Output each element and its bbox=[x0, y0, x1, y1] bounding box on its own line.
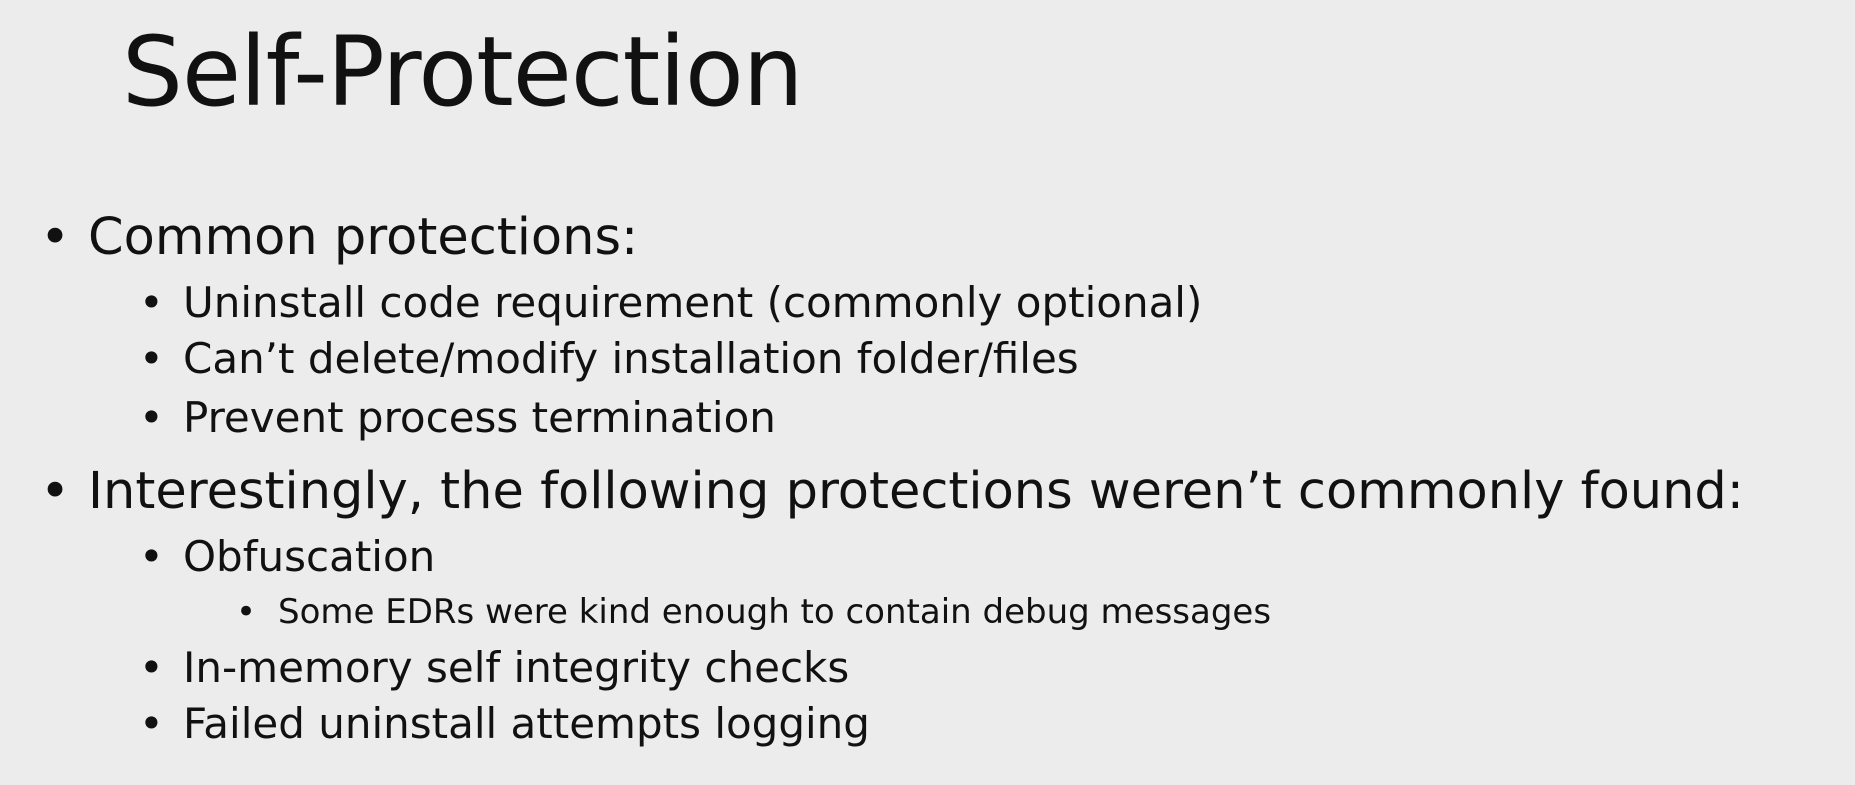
bullet-uninstall-code: • Uninstall code requirement (commonly o… bbox=[139, 278, 1203, 327]
bullet-dot-icon: • bbox=[139, 699, 164, 748]
bullet-dot-icon: • bbox=[139, 532, 164, 581]
slide: Self-Protection • Common protections: • … bbox=[0, 0, 1855, 785]
bullet-dot-icon: • bbox=[40, 208, 71, 267]
bullet-text: Uninstall code requirement (commonly opt… bbox=[183, 278, 1203, 327]
bullet-dot-icon: • bbox=[139, 393, 164, 442]
bullet-interestingly: • Interestingly, the following protectio… bbox=[40, 462, 1744, 521]
bullet-prevent-termination: • Prevent process termination bbox=[139, 393, 776, 442]
bullet-dot-icon: • bbox=[236, 592, 257, 632]
bullet-text: Obfuscation bbox=[183, 532, 436, 581]
bullet-text: Common protections: bbox=[88, 208, 639, 267]
bullet-uninstall-logging: • Failed uninstall attempts logging bbox=[139, 699, 870, 748]
bullet-text: Prevent process termination bbox=[183, 393, 776, 442]
bullet-dot-icon: • bbox=[139, 278, 164, 327]
bullet-debug-messages: • Some EDRs were kind enough to contain … bbox=[236, 592, 1272, 632]
bullet-text: Can’t delete/modify installation folder/… bbox=[183, 334, 1079, 383]
bullet-text: In-memory self integrity checks bbox=[183, 643, 850, 692]
bullet-integrity-checks: • In-memory self integrity checks bbox=[139, 643, 850, 692]
slide-title: Self-Protection bbox=[122, 16, 804, 128]
bullet-dot-icon: • bbox=[139, 643, 164, 692]
bullet-common-protections: • Common protections: bbox=[40, 208, 639, 267]
bullet-obfuscation: • Obfuscation bbox=[139, 532, 436, 581]
bullet-cant-delete: • Can’t delete/modify installation folde… bbox=[139, 334, 1079, 383]
bullet-text: Failed uninstall attempts logging bbox=[183, 699, 870, 748]
bullet-text: Some EDRs were kind enough to contain de… bbox=[278, 592, 1272, 632]
bullet-dot-icon: • bbox=[40, 462, 71, 521]
bullet-text: Interestingly, the following protections… bbox=[88, 462, 1744, 521]
bullet-dot-icon: • bbox=[139, 334, 164, 383]
